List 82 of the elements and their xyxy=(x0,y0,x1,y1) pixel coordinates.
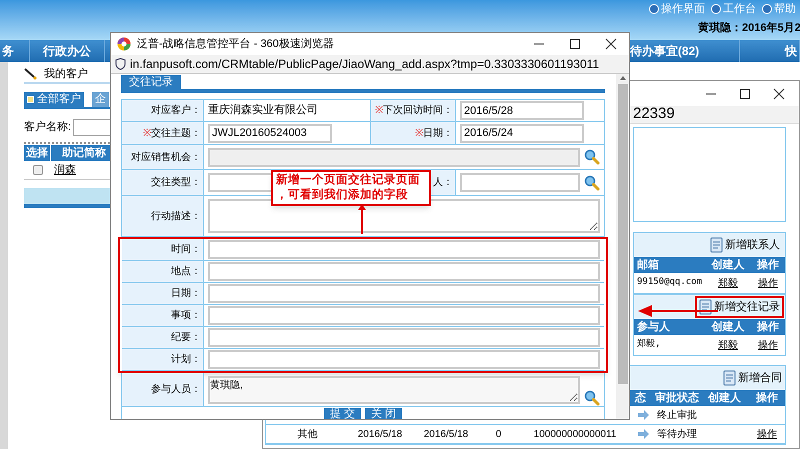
close-icon[interactable] xyxy=(605,38,617,50)
form-button[interactable]: 提 交 xyxy=(324,408,361,419)
scrollbar[interactable] xyxy=(616,74,629,419)
table-cell-text: 等待办理 xyxy=(656,428,698,442)
column-header: 邮箱 xyxy=(636,258,660,273)
pencil-icon xyxy=(24,68,38,80)
add-button[interactable]: 新增交往记录 xyxy=(695,296,784,318)
field-label: 事项： xyxy=(122,305,204,326)
field-label: 参与人员： xyxy=(122,373,204,406)
text-field[interactable]: JWJL20160524003 xyxy=(208,124,332,142)
callout-tooltip: 新增一个页面交往记录页面 ，可看到我们添加的字段 xyxy=(271,170,431,206)
add-button[interactable]: 新增合同 xyxy=(721,370,784,386)
table-cell-text: 终止审批 xyxy=(656,408,698,422)
nav-item[interactable]: 快 xyxy=(740,40,800,62)
table-cell[interactable]: 操作 xyxy=(749,338,787,352)
field-label: 客户名称: xyxy=(24,120,72,136)
maximize-icon[interactable] xyxy=(569,38,581,50)
table-cell-text: 99150@qq.com xyxy=(636,276,704,290)
close-icon[interactable] xyxy=(773,88,785,100)
table-cell-text: 100000000000011 xyxy=(532,428,618,442)
text-field[interactable] xyxy=(208,284,600,303)
table-cell[interactable]: 操作 xyxy=(749,276,787,290)
field-label: ※日期： xyxy=(370,122,456,144)
table-cell[interactable]: 郑毅 xyxy=(707,338,749,352)
text-field[interactable] xyxy=(208,306,600,325)
table-cell-text: 2016/5/18 xyxy=(356,428,404,442)
column-header: 操作 xyxy=(756,258,780,273)
document-icon xyxy=(723,370,737,386)
table-cell[interactable]: 操作 xyxy=(747,426,787,442)
text-field[interactable] xyxy=(208,262,600,281)
section-tab[interactable]: 交往记录 xyxy=(121,75,181,89)
field-value: 重庆润森实业有限公司 xyxy=(208,102,318,118)
column-header: 创建人 xyxy=(710,258,746,273)
text-field[interactable] xyxy=(208,240,600,259)
field-label: ※下次回访时间： xyxy=(370,100,456,121)
table-cell-text: 其他 xyxy=(296,428,318,442)
document-icon xyxy=(710,237,724,253)
field-label: 计划： xyxy=(122,349,204,370)
arrow-icon[interactable] xyxy=(637,410,649,420)
field-label: 行动描述： xyxy=(122,196,204,236)
search-icon[interactable] xyxy=(584,390,600,406)
column-header: 创建人 xyxy=(710,320,746,335)
table-cell-text: 2016/5/18 xyxy=(422,428,470,442)
customer-tab[interactable]: 全部客户 xyxy=(24,92,84,107)
field-label: 纪要： xyxy=(122,327,204,348)
form-button[interactable]: 关 闭 xyxy=(365,408,402,419)
square-icon xyxy=(27,96,34,103)
field-label: 地点： xyxy=(122,261,204,282)
table-cell-text: 0 xyxy=(494,428,502,442)
column-header: 审批状态 xyxy=(654,390,700,406)
field-label: ※交往主题： xyxy=(122,122,204,144)
text-field[interactable]: 2016/5/24 xyxy=(460,124,584,142)
maximize-icon[interactable] xyxy=(739,88,751,100)
address-text: 22339 xyxy=(633,104,675,124)
field-label: 时间： xyxy=(122,239,204,260)
table-cell-text: 郑毅, xyxy=(636,338,662,352)
search-icon[interactable] xyxy=(584,174,600,190)
text-field[interactable] xyxy=(208,350,600,369)
field-label: 日期： xyxy=(122,283,204,304)
column-header: 操作 xyxy=(754,391,779,406)
column-header: 选择 xyxy=(24,145,51,161)
browser-logo-icon xyxy=(117,37,131,51)
checkbox[interactable] xyxy=(32,165,42,175)
participants-field[interactable]: 黄琪隐, xyxy=(208,376,580,404)
text-field[interactable] xyxy=(208,328,600,347)
search-icon[interactable] xyxy=(584,149,600,165)
column-header: 参与人 xyxy=(636,320,671,335)
field-label: 对应销售机会： xyxy=(122,145,204,169)
scrollbar-thumb[interactable] xyxy=(618,84,628,384)
text-field[interactable]: 2016/5/28 xyxy=(460,101,584,120)
field-label: 交往类型： xyxy=(122,170,204,195)
shield-icon xyxy=(115,58,126,70)
column-header: 操作 xyxy=(756,320,780,335)
table-cell[interactable]: 郑毅 xyxy=(707,276,749,290)
window-title: 泛普-战略信息管控平台 - 360极速浏览器 xyxy=(137,36,335,52)
lookup-field[interactable] xyxy=(460,173,580,192)
user-date: 黄琪隐：2016年5月2 xyxy=(698,20,800,36)
panel-title: 我的客户 xyxy=(44,66,88,82)
arrow-icon[interactable] xyxy=(637,429,649,439)
column-header: 创建人 xyxy=(706,390,742,406)
column-header: 态 xyxy=(634,390,647,406)
field-label: 对应客户： xyxy=(122,100,204,121)
